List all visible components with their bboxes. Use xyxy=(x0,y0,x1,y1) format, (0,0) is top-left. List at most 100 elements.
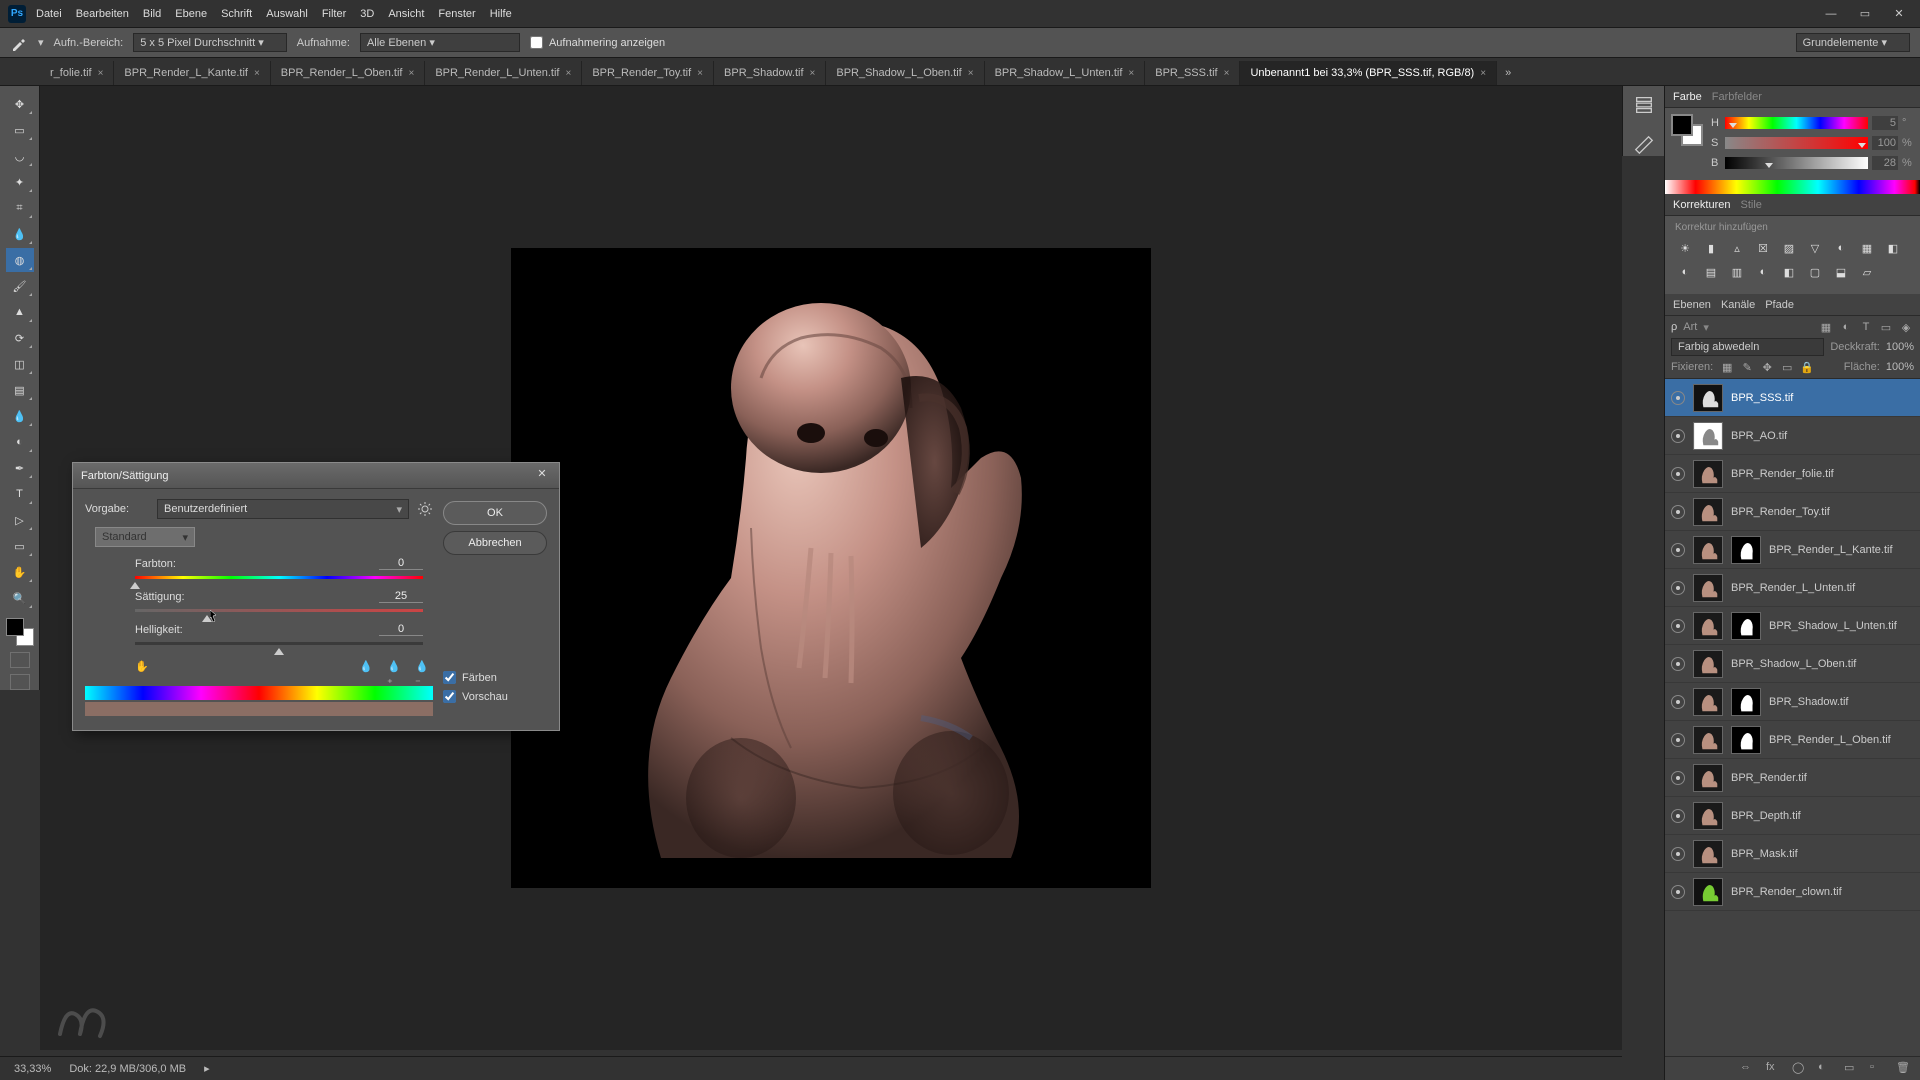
hand-icon[interactable]: ✋ xyxy=(135,660,153,678)
layer-name[interactable]: BPR_Render_L_Kante.tif xyxy=(1769,544,1914,556)
layer-thumbnail[interactable] xyxy=(1693,612,1723,640)
preview-checkbox[interactable]: Vorschau xyxy=(443,690,547,703)
hue-slider-track[interactable] xyxy=(135,574,423,584)
lock-artb-icon[interactable]: ▭ xyxy=(1779,360,1795,374)
history-brush-tool[interactable]: ⟳ xyxy=(6,326,34,350)
history-icon[interactable] xyxy=(1633,94,1655,116)
gradient-tool[interactable]: ▤ xyxy=(6,378,34,402)
color-ramp[interactable] xyxy=(1665,180,1920,194)
layer-name[interactable]: BPR_Render_L_Oben.tif xyxy=(1769,734,1914,746)
swatches-tab[interactable]: Farbfelder xyxy=(1712,91,1762,103)
layer-thumbnail[interactable] xyxy=(1693,422,1723,450)
adj-icon-16[interactable]: ▱ xyxy=(1857,263,1877,281)
lock-all-icon[interactable]: 🔒 xyxy=(1799,360,1815,374)
minimize-button[interactable]: — xyxy=(1818,5,1844,23)
filter-type-icon[interactable]: T xyxy=(1858,320,1874,334)
layer-row[interactable]: BPR_SSS.tif xyxy=(1665,379,1920,417)
adj-icon-9[interactable]: ◐ xyxy=(1675,263,1695,281)
adj-icon-6[interactable]: ◐ xyxy=(1831,239,1851,257)
color-tab[interactable]: Farbe xyxy=(1673,91,1702,103)
menu-bild[interactable]: Bild xyxy=(143,8,161,20)
new-layer-icon[interactable]: ▫ xyxy=(1870,1061,1886,1077)
layer-name[interactable]: BPR_Render.tif xyxy=(1731,772,1914,784)
stamp-tool[interactable]: ▲ xyxy=(6,300,34,324)
lock-pos-icon[interactable]: ✥ xyxy=(1759,360,1775,374)
ok-button[interactable]: OK xyxy=(443,501,547,525)
show-ring-checkbox[interactable]: Aufnahmering anzeigen xyxy=(530,36,665,49)
document-tab[interactable]: BPR_Shadow_L_Unten.tif× xyxy=(985,61,1146,85)
menu-filter[interactable]: Filter xyxy=(322,8,346,20)
layer-thumbnail[interactable] xyxy=(1693,460,1723,488)
ruler-icon[interactable] xyxy=(1633,134,1655,156)
channels-tab[interactable]: Kanäle xyxy=(1721,299,1755,311)
layer-row[interactable]: BPR_Render_clown.tif xyxy=(1665,873,1920,911)
menu-bearbeiten[interactable]: Bearbeiten xyxy=(76,8,129,20)
lock-paint-icon[interactable]: ✎ xyxy=(1739,360,1755,374)
layer-thumbnail[interactable] xyxy=(1693,574,1723,602)
hue-value[interactable]: 0 xyxy=(379,557,423,570)
layer-name[interactable]: BPR_AO.tif xyxy=(1731,430,1914,442)
sample-layers-select[interactable]: Alle Ebenen ▾ xyxy=(360,33,520,52)
layer-name[interactable]: BPR_Shadow.tif xyxy=(1769,696,1914,708)
filter-smart-icon[interactable]: ◈ xyxy=(1898,320,1914,334)
eraser-tool[interactable]: ◫ xyxy=(6,352,34,376)
layer-thumbnail[interactable] xyxy=(1693,536,1723,564)
adj-icon-11[interactable]: ▥ xyxy=(1727,263,1747,281)
layer-row[interactable]: BPR_Render_L_Kante.tif xyxy=(1665,531,1920,569)
layer-row[interactable]: BPR_AO.tif xyxy=(1665,417,1920,455)
lasso-tool[interactable]: ◡ xyxy=(6,144,34,168)
preset-select[interactable]: Benutzerdefiniert xyxy=(157,499,409,519)
visibility-toggle[interactable] xyxy=(1671,733,1685,747)
pen-tool[interactable]: ✒ xyxy=(6,456,34,480)
visibility-toggle[interactable] xyxy=(1671,695,1685,709)
link-layers-icon[interactable]: ⇔ xyxy=(1740,1061,1756,1077)
layer-row[interactable]: BPR_Shadow_L_Unten.tif xyxy=(1665,607,1920,645)
adj-icon-5[interactable]: ▽ xyxy=(1805,239,1825,257)
layer-name[interactable]: BPR_Render_folie.tif xyxy=(1731,468,1914,480)
document-tab[interactable]: BPR_Render_L_Unten.tif× xyxy=(425,61,582,85)
layer-thumbnail[interactable] xyxy=(1693,384,1723,412)
layer-row[interactable]: BPR_Mask.tif xyxy=(1665,835,1920,873)
adj-icon-15[interactable]: ⬓ xyxy=(1831,263,1851,281)
hue-slider[interactable] xyxy=(1725,117,1868,129)
layer-thumbnail[interactable] xyxy=(1693,764,1723,792)
paths-tab[interactable]: Pfade xyxy=(1765,299,1794,311)
bri-slider[interactable] xyxy=(1725,157,1868,169)
layer-name[interactable]: BPR_SSS.tif xyxy=(1731,392,1914,404)
lig-slider-track[interactable] xyxy=(135,640,423,650)
adj-icon-14[interactable]: ▢ xyxy=(1805,263,1825,281)
layer-name[interactable]: BPR_Shadow_L_Unten.tif xyxy=(1769,620,1914,632)
visibility-toggle[interactable] xyxy=(1671,771,1685,785)
layer-row[interactable]: BPR_Shadow_L_Oben.tif xyxy=(1665,645,1920,683)
adj-layer-icon[interactable]: ◐ xyxy=(1818,1061,1834,1077)
visibility-toggle[interactable] xyxy=(1671,505,1685,519)
menu-ebene[interactable]: Ebene xyxy=(175,8,207,20)
sample-size-select[interactable]: 5 x 5 Pixel Durchschnitt ▾ xyxy=(133,33,287,52)
layer-row[interactable]: BPR_Shadow.tif xyxy=(1665,683,1920,721)
visibility-toggle[interactable] xyxy=(1671,429,1685,443)
layer-row[interactable]: BPR_Render_L_Oben.tif xyxy=(1665,721,1920,759)
menu-datei[interactable]: Datei xyxy=(36,8,62,20)
layer-thumbnail[interactable] xyxy=(1693,802,1723,830)
layer-thumbnail[interactable] xyxy=(1693,498,1723,526)
mask-icon[interactable]: ◯ xyxy=(1792,1061,1808,1077)
adj-icon-8[interactable]: ◧ xyxy=(1883,239,1903,257)
visibility-toggle[interactable] xyxy=(1671,391,1685,405)
adj-icon-10[interactable]: ▤ xyxy=(1701,263,1721,281)
sat-slider-track[interactable] xyxy=(135,607,423,617)
menu-fenster[interactable]: Fenster xyxy=(438,8,475,20)
layer-thumbnail[interactable] xyxy=(1693,840,1723,868)
hand-tool[interactable]: ✋ xyxy=(6,560,34,584)
filter-adj-icon[interactable]: ◐ xyxy=(1838,320,1854,334)
layer-row[interactable]: BPR_Render.tif xyxy=(1665,759,1920,797)
document-tab[interactable]: BPR_Shadow_L_Oben.tif× xyxy=(826,61,984,85)
visibility-toggle[interactable] xyxy=(1671,885,1685,899)
styles-tab[interactable]: Stile xyxy=(1740,199,1761,211)
shape-tool[interactable]: ▭ xyxy=(6,534,34,558)
layer-name[interactable]: BPR_Depth.tif xyxy=(1731,810,1914,822)
layer-name[interactable]: BPR_Render_clown.tif xyxy=(1731,886,1914,898)
menu-3d[interactable]: 3D xyxy=(360,8,374,20)
blur-tool[interactable]: 💧 xyxy=(6,404,34,428)
channel-select[interactable]: Standard xyxy=(95,527,195,547)
adj-icon-2[interactable]: ▵ xyxy=(1727,239,1747,257)
